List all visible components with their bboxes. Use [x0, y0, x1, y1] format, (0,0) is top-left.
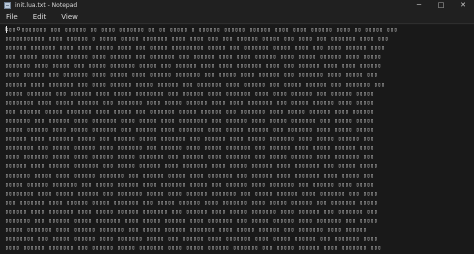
- title-bar[interactable]: init.lua.txt - Notepad ─ □ ✕: [0, 0, 474, 11]
- close-button[interactable]: ✕: [452, 0, 474, 11]
- text-line: ▯▯▯▯▯▯▯ ▯▯▯ ▯▯▯▯▯▯ ▯▯▯▯▯ ▯▯▯▯▯▯▯ ▯▯▯▯ ▯▯…: [5, 217, 378, 224]
- text-caret: [6, 26, 7, 33]
- window-controls: ─ □ ✕: [408, 0, 474, 11]
- text-line: ▯▯▯▯▯▯▯▯ ▯▯▯▯ ▯▯▯▯▯ ▯▯▯▯▯▯ ▯▯▯ ▯▯▯▯▯▯▯ ▯…: [5, 190, 378, 197]
- text-line: ▯▯▯▯▯ ▯▯▯▯▯▯▯ ▯▯▯▯ ▯▯▯▯▯▯ ▯▯▯▯▯▯▯ ▯▯▯ ▯▯…: [5, 227, 367, 234]
- menu-view[interactable]: View: [61, 13, 78, 21]
- window-title: init.lua.txt - Notepad: [15, 2, 78, 9]
- menu-edit[interactable]: Edit: [33, 13, 47, 21]
- text-line: ▯▯▯ ▯▯▯▯▯▯▯ ▯▯▯▯ ▯▯▯▯▯▯ ▯▯▯▯▯ ▯▯▯▯▯▯▯ ▯▯…: [5, 199, 378, 206]
- text-line: ▯▯▯▯▯▯▯▯ ▯▯▯ ▯▯▯▯▯ ▯▯▯▯▯▯ ▯▯▯▯ ▯▯▯▯▯▯▯ ▯…: [5, 236, 378, 243]
- text-line: ▯▯▯▯▯▯▯ ▯▯▯▯ ▯▯▯▯▯ ▯▯▯ ▯▯▯▯▯ ▯▯▯▯▯▯▯ ▯▯▯…: [5, 63, 382, 70]
- text-line: ▯▯▯▯ ▯▯▯▯▯▯ ▯▯▯ ▯▯▯▯▯▯▯ ▯▯▯▯ ▯▯▯▯▯ ▯▯▯▯ …: [5, 72, 378, 79]
- text-line: ▯▯▯▯▯▯ ▯▯▯▯ ▯▯▯▯▯▯▯ ▯▯▯▯ ▯▯▯▯▯ ▯▯▯▯▯▯ ▯▯…: [5, 208, 378, 215]
- text-line: ▯▯▯▯▯▯▯▯ ▯▯▯▯ ▯▯▯▯▯ ▯▯▯▯▯▯ ▯▯▯ ▯▯▯▯▯▯▯ ▯…: [5, 99, 375, 106]
- text-line: ▯▯▯ ▯▯▯▯▯▯ ▯▯▯▯▯ ▯▯▯▯▯▯▯ ▯▯▯▯ ▯▯▯▯▯ ▯▯▯ …: [5, 108, 375, 115]
- text-line: ▯▯▯▯▯▯▯ ▯▯▯ ▯▯▯▯▯▯ ▯▯▯▯ ▯▯▯▯▯▯▯ ▯▯▯▯ ▯▯▯…: [5, 117, 375, 124]
- text-line: ▯▯▯▯▯▯▯▯ ▯▯▯ ▯▯▯▯▯ ▯▯▯▯▯▯ ▯▯▯▯ ▯▯▯▯▯▯▯ ▯…: [5, 145, 375, 152]
- text-editor-area[interactable]: k▯▯ㅇ▯▯▯▯▯▯▯ ▯▯▯ ▯▯▯▯▯▯ ▯▯ ▯▯▯▯ ▯▯▯▯▯▯▯ ▯…: [0, 25, 474, 254]
- text-line: ▯▯▯▯▯ ▯▯▯▯▯▯ ▯▯▯▯ ▯▯▯▯▯ ▯▯▯▯▯▯▯ ▯▯▯ ▯▯▯▯…: [5, 127, 375, 134]
- text-line: ▯▯▯▯▯▯▯▯▯▯▯ ▯▯▯▯ ▯▯▯▯▯▯ ▯ ▯▯▯▯▯ ▯▯▯▯▯ ▯▯…: [5, 36, 389, 43]
- menu-bar: File Edit View: [0, 11, 474, 24]
- text-line: ▯▯▯▯▯ ▯▯▯▯▯▯ ▯▯▯▯▯▯▯ ▯▯▯ ▯▯▯▯▯ ▯▯▯▯▯▯ ▯▯…: [5, 181, 375, 188]
- text-line: ▯▯▯▯ ▯▯▯▯▯▯▯ ▯▯▯▯▯ ▯▯▯▯ ▯▯▯▯▯▯ ▯▯▯▯▯ ▯▯▯…: [5, 154, 375, 161]
- maximize-button[interactable]: □: [430, 0, 452, 11]
- text-line: ▯▯▯ ▯▯▯▯▯ ▯▯▯▯▯▯ ▯▯▯▯▯▯ ▯▯▯▯ ▯▯▯▯▯▯ ▯▯▯ …: [5, 54, 382, 61]
- text-line: ▯▯▯▯▯ ▯▯▯▯▯▯▯ ▯▯▯ ▯▯▯▯▯▯ ▯▯▯▯ ▯▯▯▯▯ ▯▯▯▯…: [5, 90, 375, 97]
- minimize-button[interactable]: ─: [408, 0, 430, 11]
- text-line: ▯▯▯▯▯▯ ▯▯▯▯ ▯▯▯▯▯▯▯ ▯▯▯▯▯ ▯▯▯ ▯▯▯▯▯▯ ▯▯▯…: [5, 136, 375, 143]
- text-line: ▯▯▯▯▯▯▯ ▯▯▯▯▯ ▯▯▯▯ ▯▯▯▯▯▯ ▯▯▯▯▯▯▯ ▯▯▯ ▯▯…: [5, 172, 375, 179]
- text-line: ▯▯▯▯▯▯ ▯▯▯▯ ▯▯▯▯▯▯▯ ▯▯▯ ▯▯▯▯ ▯▯▯▯▯▯ ▯▯▯▯…: [5, 81, 385, 88]
- text-line: ▯▯▯▯▯▯ ▯▯▯▯▯▯▯ ▯▯▯▯ ▯▯▯▯ ▯▯▯▯▯ ▯▯▯▯ ▯▯▯ …: [5, 45, 385, 52]
- text-line: ▯▯▯▯▯▯ ▯▯▯▯ ▯▯▯▯▯▯ ▯▯▯▯▯▯▯ ▯▯▯ ▯▯▯▯▯ ▯▯▯…: [5, 163, 378, 170]
- text-line: ▯▯▯▯ ▯▯▯▯▯▯ ▯▯▯▯▯▯▯ ▯▯▯ ▯▯▯▯▯▯ ▯▯▯▯▯ ▯▯▯…: [5, 245, 382, 252]
- menu-file[interactable]: File: [6, 13, 18, 21]
- text-line: k▯▯ㅇ▯▯▯▯▯▯▯ ▯▯▯ ▯▯▯▯▯▯ ▯▯ ▯▯▯▯ ▯▯▯▯▯▯▯ ▯…: [5, 27, 398, 33]
- notepad-app-icon: [4, 2, 11, 9]
